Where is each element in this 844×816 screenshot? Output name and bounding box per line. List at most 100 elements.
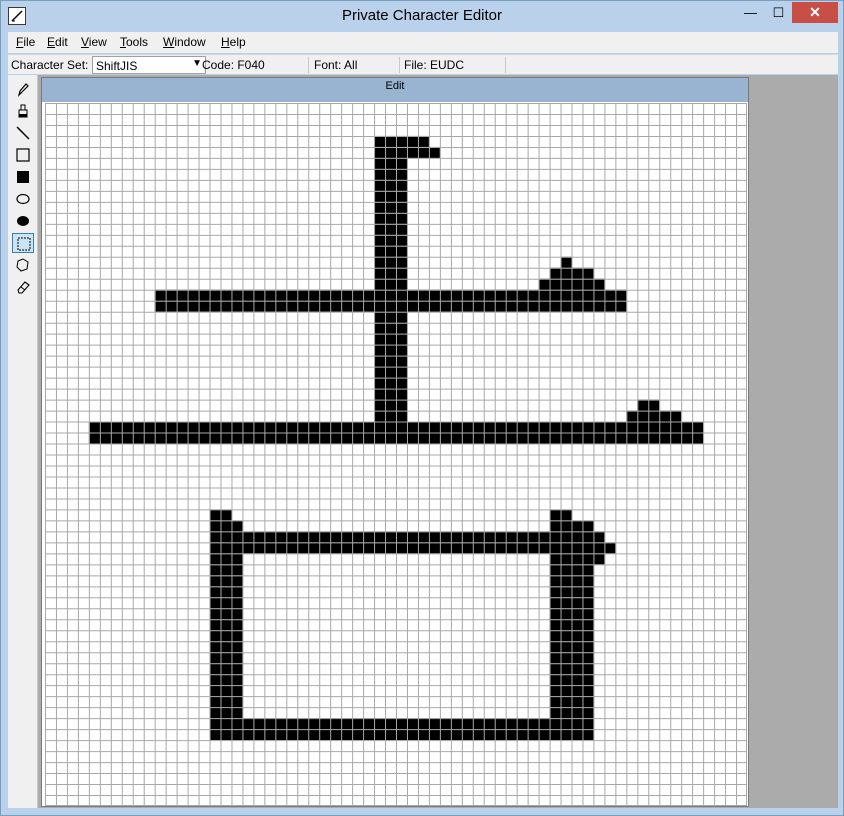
menu-tools[interactable]: Tools <box>120 35 148 49</box>
edit-window-title[interactable]: Edit <box>42 78 748 102</box>
close-button[interactable]: ✕ <box>792 2 838 23</box>
filled-pixel-run[interactable] <box>374 201 407 213</box>
glyph-grid-canvas[interactable] <box>45 103 747 806</box>
filled-pixel-run[interactable] <box>209 553 243 565</box>
filled-pixel-run[interactable] <box>374 355 407 367</box>
filled-pixel-run[interactable] <box>374 366 407 378</box>
tool-ellipse[interactable] <box>12 189 34 209</box>
menu-view[interactable]: View <box>81 35 107 49</box>
tool-filled-ellipse[interactable] <box>12 211 34 231</box>
filled-pixel-run[interactable] <box>374 399 407 411</box>
filled-pixel-run[interactable] <box>538 278 605 290</box>
charset-select[interactable]: ShiftJIS ▼ <box>92 56 206 74</box>
charset-value: ShiftJIS <box>96 59 138 73</box>
tool-freeform-selection[interactable] <box>12 255 34 275</box>
filled-pixel-run[interactable] <box>549 553 605 565</box>
title-bar[interactable]: Private Character Editor — ☐ ✕ <box>1 1 843 31</box>
window-title: Private Character Editor <box>341 7 503 24</box>
filled-pixel-run[interactable] <box>374 245 407 257</box>
menu-help[interactable]: Help <box>221 35 246 49</box>
filled-pixel-run[interactable] <box>209 608 243 620</box>
filled-pixel-run[interactable] <box>626 410 682 422</box>
menu-edit[interactable]: Edit <box>47 35 68 49</box>
glyph-edit-grid[interactable] <box>45 103 747 806</box>
tool-pencil[interactable] <box>12 79 34 99</box>
filled-pixel-run[interactable] <box>209 619 243 631</box>
filled-pixel-run[interactable] <box>209 586 243 598</box>
hollow-rectangle-icon <box>16 148 30 162</box>
menu-window-accel: W <box>163 35 175 49</box>
filled-pixel-run[interactable] <box>209 520 243 532</box>
filled-pixel-run[interactable] <box>560 256 572 268</box>
menu-window-label: indow <box>174 35 206 49</box>
filled-pixel-run[interactable] <box>374 344 407 356</box>
tool-rectangular-selection[interactable] <box>12 233 34 253</box>
line-icon <box>16 126 30 140</box>
filled-pixel-run[interactable] <box>209 575 243 587</box>
pencil-icon <box>17 83 29 97</box>
tool-filled-rectangle[interactable] <box>12 167 34 187</box>
filled-pixel-run[interactable] <box>209 707 243 719</box>
filled-pixel-run[interactable] <box>374 135 429 147</box>
filled-pixel-run[interactable] <box>374 157 407 169</box>
filled-pixel-run[interactable] <box>374 267 407 279</box>
minimize-button[interactable]: — <box>737 2 764 23</box>
file-label: File: EUDC <box>404 58 465 72</box>
filled-pixel-run[interactable] <box>209 696 243 708</box>
charset-label: Character Set: <box>11 58 89 72</box>
filled-pixel-run[interactable] <box>374 377 407 389</box>
filled-pixel-run[interactable] <box>154 289 627 301</box>
filled-pixel-run[interactable] <box>209 542 616 554</box>
freeform-selection-icon <box>16 258 29 272</box>
filled-pixel-run[interactable] <box>374 168 407 180</box>
menu-file-label: ile <box>23 35 36 49</box>
filled-pixel-run[interactable] <box>637 399 660 411</box>
filled-ellipse-icon <box>17 216 29 226</box>
menu-edit-accel: E <box>47 35 56 49</box>
filled-pixel-run[interactable] <box>154 300 627 312</box>
tool-line[interactable] <box>12 123 34 143</box>
menu-tools-label: ools <box>126 35 149 49</box>
filled-pixel-run[interactable] <box>374 223 407 235</box>
chevron-down-icon[interactable]: ▼ <box>192 58 202 69</box>
filled-pixel-run[interactable] <box>209 564 243 576</box>
info-divider <box>308 57 309 73</box>
menu-help-label: elp <box>229 35 246 49</box>
filled-pixel-run[interactable] <box>374 146 440 158</box>
filled-pixel-run[interactable] <box>209 685 243 697</box>
filled-pixel-run[interactable] <box>374 322 407 334</box>
menu-help-accel: H <box>221 35 230 49</box>
tool-eraser[interactable] <box>12 277 34 297</box>
tool-brush[interactable] <box>12 101 34 121</box>
filled-pixel-run[interactable] <box>549 509 572 521</box>
filled-pixel-run[interactable] <box>374 179 407 191</box>
filled-pixel-run[interactable] <box>374 333 407 345</box>
filled-pixel-run[interactable] <box>209 641 243 653</box>
filled-pixel-run[interactable] <box>374 190 407 202</box>
menu-bar: File Edit View Tools Window Help <box>8 32 838 53</box>
filled-pixel-run[interactable] <box>374 311 407 323</box>
filled-pixel-run[interactable] <box>209 652 243 664</box>
menu-file[interactable]: File <box>16 35 35 49</box>
brush-icon <box>18 104 28 118</box>
tool-rectangle[interactable] <box>12 145 34 165</box>
filled-pixel-run[interactable] <box>209 597 243 609</box>
font-label: Font: All <box>314 58 358 72</box>
menu-view-accel: V <box>81 35 89 49</box>
filled-pixel-run[interactable] <box>374 278 407 290</box>
filled-pixel-run[interactable] <box>209 674 243 686</box>
info-divider <box>399 57 400 73</box>
menu-window[interactable]: Window <box>163 35 206 49</box>
filled-pixel-run[interactable] <box>374 234 407 246</box>
filled-pixel-run[interactable] <box>209 729 594 741</box>
filled-pixel-run[interactable] <box>374 212 407 224</box>
info-bar: Character Set: ShiftJIS ▼ Code: F040 Fon… <box>8 54 838 74</box>
maximize-button[interactable]: ☐ <box>765 2 792 23</box>
filled-pixel-run[interactable] <box>374 410 407 422</box>
filled-pixel-run[interactable] <box>209 630 243 642</box>
filled-pixel-run[interactable] <box>209 718 594 730</box>
filled-pixel-run[interactable] <box>374 388 407 400</box>
filled-pixel-run[interactable] <box>374 256 407 268</box>
filled-pixel-run[interactable] <box>209 663 243 675</box>
mdi-workspace: Edit <box>38 75 838 808</box>
